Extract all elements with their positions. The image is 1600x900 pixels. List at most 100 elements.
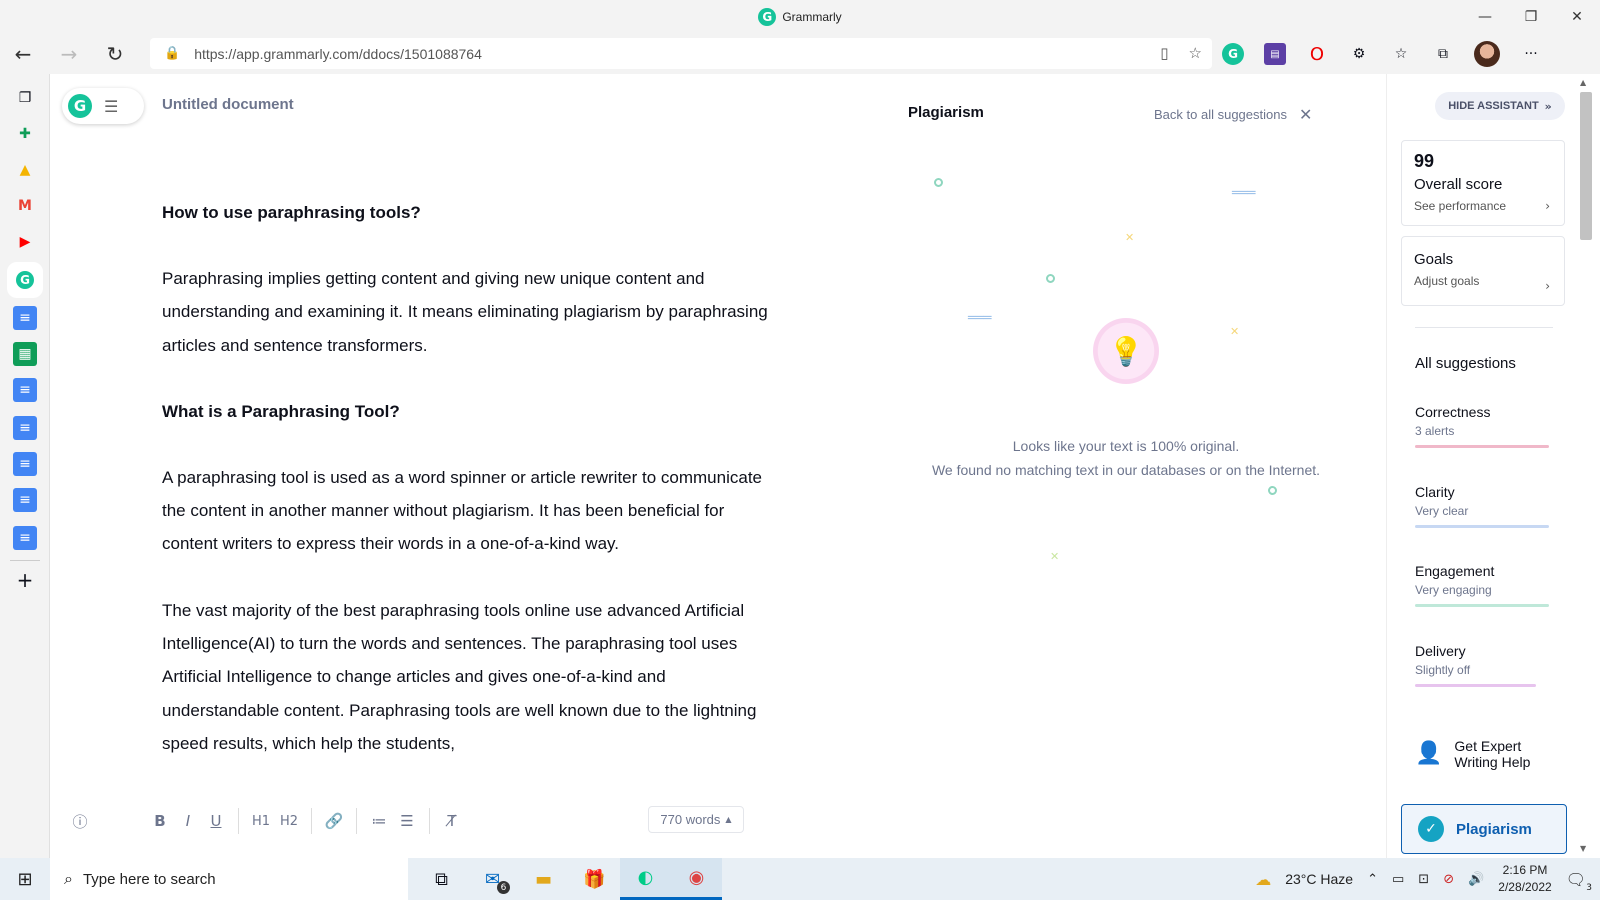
category-name: Engagement [1415,563,1495,579]
scroll-down-icon[interactable]: ▼ [1580,844,1586,853]
goals-card[interactable]: Goals Adjust goals › [1401,236,1565,306]
category-desc: Very clear [1415,504,1469,518]
plagiarism-title: Plagiarism [908,104,984,121]
taskbar-clock[interactable]: 2:16 PM 2/28/2022 [1498,862,1551,896]
favorites-icon[interactable]: ☆ [1390,43,1412,65]
mail-app-icon[interactable]: ✉ 6 [467,858,518,900]
opera-extension-icon[interactable]: O [1306,43,1328,65]
adjust-goals-link[interactable]: Adjust goals [1414,274,1552,288]
category-correctness[interactable]: Correctness 3 alerts [1415,404,1549,448]
add-favorite-icon[interactable]: ☆ [1189,44,1202,62]
chrome-browser-icon[interactable]: ◉ [671,858,722,900]
heading-2: What is a Paraphrasing Tool? [162,401,400,421]
help-icon[interactable]: ⓘ [70,808,90,834]
hide-assistant-button[interactable]: HIDE ASSISTANT » [1435,92,1565,120]
back-button[interactable]: ← [0,34,46,74]
italic-button[interactable]: I [174,808,202,834]
docs-icon[interactable]: ≡ [13,488,37,512]
tabs-icon[interactable]: ❐ [13,86,37,110]
expert-writing-help-button[interactable]: 👤 Get Expert Writing Help [1415,738,1530,770]
link-icon[interactable]: 🔗 [320,808,348,834]
chevron-right-icon: › [1545,279,1550,293]
bullet-list-icon[interactable]: ☰ [393,808,421,834]
sheets-icon[interactable]: ▦ [13,342,37,366]
puzzle-extension-icon[interactable]: ⚙ [1348,43,1370,65]
more-menu-icon[interactable]: ··· [1520,43,1542,65]
windows-start-icon[interactable]: ⊞ [0,858,50,900]
grammarly-sidebar-icon[interactable]: G [13,268,37,292]
gmail-icon[interactable]: M [13,194,37,218]
document-editor[interactable]: How to use paraphrasing tools? Paraphras… [162,196,782,793]
numbered-list-icon[interactable]: ≔ [365,808,393,834]
grammarly-extension-icon[interactable]: G [1222,43,1244,65]
h2-button[interactable]: H2 [275,808,303,834]
docs-icon[interactable]: ≡ [13,416,37,440]
category-name: Delivery [1415,643,1466,659]
reader-view-icon[interactable]: ▯ [1160,44,1168,62]
url-text[interactable]: https://app.grammarly.com/ddocs/15010887… [194,46,482,62]
plagiarism-button-label: Plagiarism [1456,820,1532,838]
page-scrollbar[interactable]: ▲ ▼ [1570,74,1600,858]
bold-button[interactable]: B [146,808,174,834]
grammarly-logo-icon: G [68,94,92,118]
h1-button[interactable]: H1 [247,808,275,834]
docs-icon[interactable]: ≡ [13,378,37,402]
see-performance-link[interactable]: See performance [1414,199,1552,213]
plagiarism-button[interactable]: ✓ Plagiarism [1401,804,1567,854]
maximize-button[interactable]: ❐ [1508,0,1554,34]
category-clarity[interactable]: Clarity Very clear [1415,484,1549,528]
extensions-bar: G ▤ O ⚙ ☆ ⧉ ··· [1222,34,1542,74]
add-icon[interactable]: + [13,568,37,592]
purple-extension-icon[interactable]: ▤ [1264,43,1286,65]
chevron-up-icon[interactable]: ⌃ [1367,872,1378,887]
grammarly-menu-button[interactable]: G ☰ [62,88,144,124]
volume-icon[interactable]: 🔊 [1468,872,1484,887]
original-text-message: Looks like your text is 100% original. W… [892,434,1360,482]
expert-line-2: Writing Help [1454,754,1531,770]
gift-app-icon[interactable]: 🎁 [569,858,620,900]
profile-avatar[interactable] [1474,41,1500,67]
docs-icon[interactable]: ≡ [13,306,37,330]
overall-score-card[interactable]: 99 Overall score See performance › [1401,140,1565,226]
reload-button[interactable]: ↻ [92,34,138,74]
close-icon[interactable]: ✕ [1299,105,1312,124]
score-value: 99 [1414,151,1435,171]
window-titlebar: G Grammarly — ❐ ✕ [0,0,1600,34]
address-bar[interactable]: 🔒 https://app.grammarly.com/ddocs/150108… [150,38,1212,69]
sheets-plus-icon[interactable]: ✚ [13,122,37,146]
category-desc: 3 alerts [1415,424,1455,438]
back-to-suggestions-link[interactable]: Back to all suggestions ✕ [1154,105,1312,124]
document-title[interactable]: Untitled document [162,96,294,113]
category-bar [1415,604,1549,607]
goals-label: Goals [1414,251,1454,268]
category-delivery[interactable]: Delivery Slightly off [1415,643,1549,687]
all-suggestions-link[interactable]: All suggestions [1415,355,1516,372]
grammarly-logo-icon: G [758,8,777,26]
scroll-up-icon[interactable]: ▲ [1580,78,1586,87]
category-engagement[interactable]: Engagement Very engaging [1415,563,1549,607]
weather-text[interactable]: 23°C Haze [1285,871,1353,887]
drive-icon[interactable]: ▲ [13,158,37,182]
taskbar-search[interactable]: ⌕ Type here to search [50,858,408,900]
scrollbar-thumb[interactable] [1580,92,1592,240]
task-view-icon[interactable]: ⧉ [416,858,467,900]
forward-button[interactable]: → [46,34,92,74]
security-icon[interactable]: ⊘ [1443,872,1454,887]
edge-browser-icon[interactable]: ◐ [620,858,671,900]
minimize-button[interactable]: — [1462,0,1508,34]
caret-up-icon: ▲ [725,815,732,824]
docs-icon[interactable]: ≡ [13,452,37,476]
underline-button[interactable]: U [202,808,230,834]
collections-icon[interactable]: ⧉ [1432,43,1454,65]
back-link-text[interactable]: Back to all suggestions [1154,107,1287,122]
battery-icon[interactable]: ▭ [1392,872,1404,887]
close-window-button[interactable]: ✕ [1554,0,1600,34]
notifications-icon[interactable]: 🗨 3 [1566,870,1592,893]
word-count-button[interactable]: 770 words ▲ [648,806,744,833]
category-desc: Slightly off [1415,663,1471,677]
file-explorer-icon[interactable]: ▬ [518,858,569,900]
network-icon[interactable]: ⊡ [1418,872,1429,887]
youtube-icon[interactable]: ▶ [13,230,37,254]
docs-icon[interactable]: ≡ [13,526,37,550]
clear-format-icon[interactable]: T̸ [438,808,466,834]
